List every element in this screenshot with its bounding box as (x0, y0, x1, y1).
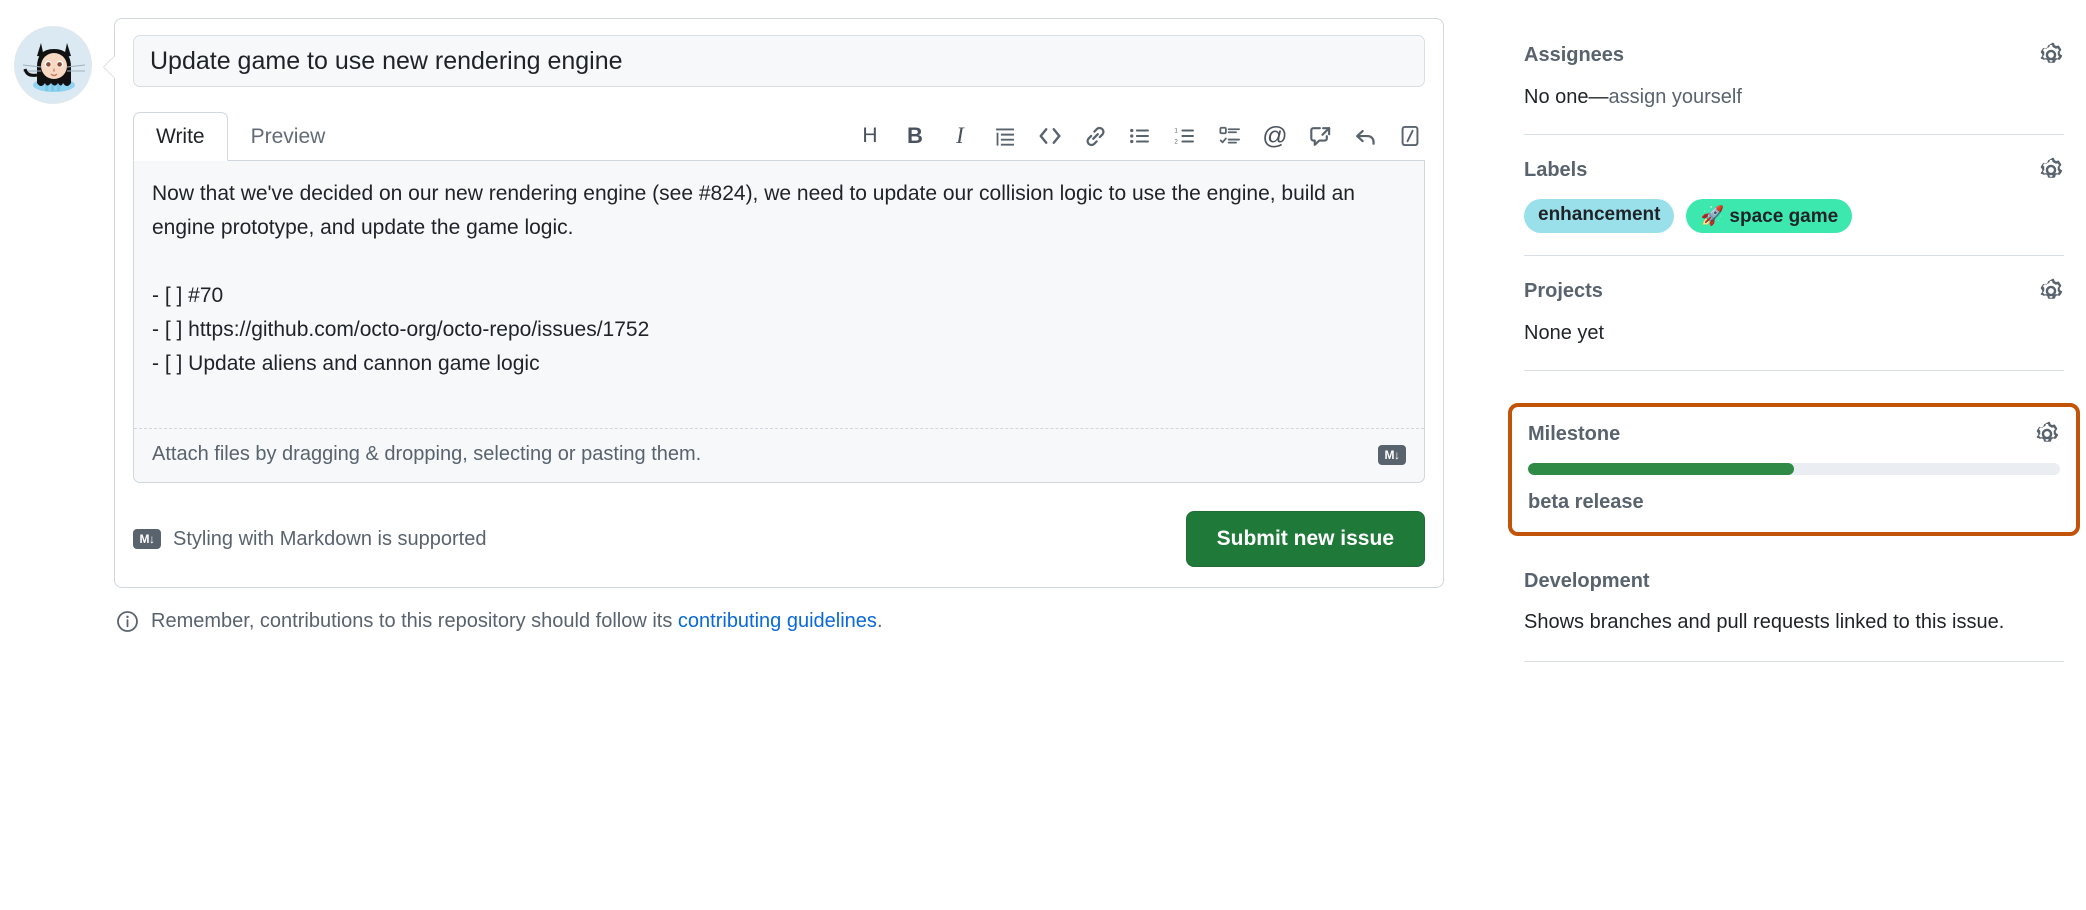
label-pill[interactable]: enhancement (1524, 199, 1674, 233)
label-pill[interactable]: 🚀 space game (1686, 199, 1852, 233)
editor-tabs: Write Preview H B I (133, 113, 1425, 161)
milestone-progress-bar (1528, 463, 2060, 475)
label-list: enhancement 🚀 space game (1524, 199, 2064, 233)
heading-icon[interactable]: H (855, 121, 885, 151)
sidebar-section-development: Development Shows branches and pull requ… (1524, 548, 2064, 684)
quote-icon[interactable] (990, 121, 1020, 151)
svg-text:2: 2 (1174, 139, 1178, 146)
markdown-toolbar: H B I (855, 121, 1425, 160)
tab-write[interactable]: Write (133, 112, 228, 161)
notice-text-after: . (877, 610, 883, 632)
sidebar-section-milestone: Milestone beta release (1524, 370, 2064, 536)
milestone-name[interactable]: beta release (1528, 491, 2060, 514)
code-icon[interactable] (1035, 121, 1065, 151)
projects-heading: Projects (1524, 280, 1603, 303)
labels-heading: Labels (1524, 159, 1587, 182)
attach-files-text: Attach files by dragging & dropping, sel… (152, 443, 701, 466)
slash-command-icon[interactable] (1395, 121, 1425, 151)
notice-text: Remember, contributions to this reposito… (151, 610, 883, 633)
milestone-heading: Milestone (1528, 423, 1620, 446)
assignees-no-one: No one— (1524, 86, 1609, 108)
assignees-heading-row: Assignees (1524, 42, 2064, 68)
mention-icon[interactable]: @ (1260, 121, 1290, 151)
development-value: Shows branches and pull requests linked … (1524, 607, 2064, 637)
info-icon (116, 610, 139, 633)
cross-reference-icon[interactable] (1305, 121, 1335, 151)
notice-text-before: Remember, contributions to this reposito… (151, 610, 678, 632)
ordered-list-icon[interactable]: 1 2 (1170, 121, 1200, 151)
gear-icon-assignees[interactable] (2038, 42, 2064, 68)
markdown-icon-footer: M↓ (133, 529, 161, 549)
contributing-guidelines-link[interactable]: contributing guidelines (678, 610, 877, 632)
bold-icon[interactable]: B (900, 121, 930, 151)
assignees-heading: Assignees (1524, 44, 1624, 67)
unordered-list-icon[interactable] (1125, 121, 1155, 151)
sidebar-section-labels: Labels enhancement 🚀 space game (1524, 134, 2064, 255)
labels-heading-row: Labels (1524, 157, 2064, 183)
comment-form-wrapper: Write Preview H B I (114, 18, 1490, 910)
projects-value: None yet (1524, 318, 2064, 348)
development-heading: Development (1524, 570, 1650, 593)
octocat-icon (15, 27, 92, 104)
milestone-heading-row: Milestone (1528, 421, 2060, 447)
italic-icon[interactable]: I (945, 121, 975, 151)
markdown-support-note[interactable]: M↓ Styling with Markdown is supported (133, 528, 486, 551)
form-footer: M↓ Styling with Markdown is supported Su… (133, 511, 1425, 567)
development-heading-row: Development (1524, 570, 2064, 593)
milestone-progress-fill (1528, 463, 1794, 475)
attach-files-row[interactable]: Attach files by dragging & dropping, sel… (134, 429, 1424, 482)
avatar (14, 26, 92, 104)
issue-body-textarea[interactable]: Now that we've decided on our new render… (134, 161, 1424, 429)
task-list-icon[interactable] (1215, 121, 1245, 151)
issue-title-input[interactable] (133, 35, 1425, 87)
sidebar-section-projects: Projects None yet (1524, 255, 2064, 370)
milestone-highlight-box: Milestone beta release (1508, 403, 2080, 536)
sidebar-bottom-divider (1524, 661, 2064, 662)
contributing-notice: Remember, contributions to this reposito… (114, 610, 1490, 633)
gear-icon-projects[interactable] (2038, 278, 2064, 304)
issue-form-column: Write Preview H B I (0, 18, 1490, 910)
editor-area: Now that we've decided on our new render… (133, 161, 1425, 483)
svg-text:1: 1 (1174, 127, 1178, 134)
markdown-support-label: Styling with Markdown is supported (173, 528, 486, 551)
projects-heading-row: Projects (1524, 278, 2064, 304)
assignees-value: No one—assign yourself (1524, 82, 2064, 112)
bubble-arrow-fill (104, 56, 115, 78)
tab-preview[interactable]: Preview (228, 112, 349, 160)
markdown-icon: M↓ (1378, 445, 1406, 465)
submit-new-issue-button[interactable]: Submit new issue (1186, 511, 1425, 567)
sidebar-section-assignees: Assignees No one—assign yourself (1524, 42, 2064, 134)
new-issue-page: Write Preview H B I (0, 0, 2086, 910)
assign-yourself-link[interactable]: assign yourself (1609, 86, 1742, 108)
new-issue-card: Write Preview H B I (114, 18, 1444, 588)
gear-icon-milestone[interactable] (2034, 421, 2060, 447)
gear-icon-labels[interactable] (2038, 157, 2064, 183)
reply-icon[interactable] (1350, 121, 1380, 151)
issue-sidebar: Assignees No one—assign yourself Labels (1524, 18, 2064, 910)
link-icon[interactable] (1080, 121, 1110, 151)
